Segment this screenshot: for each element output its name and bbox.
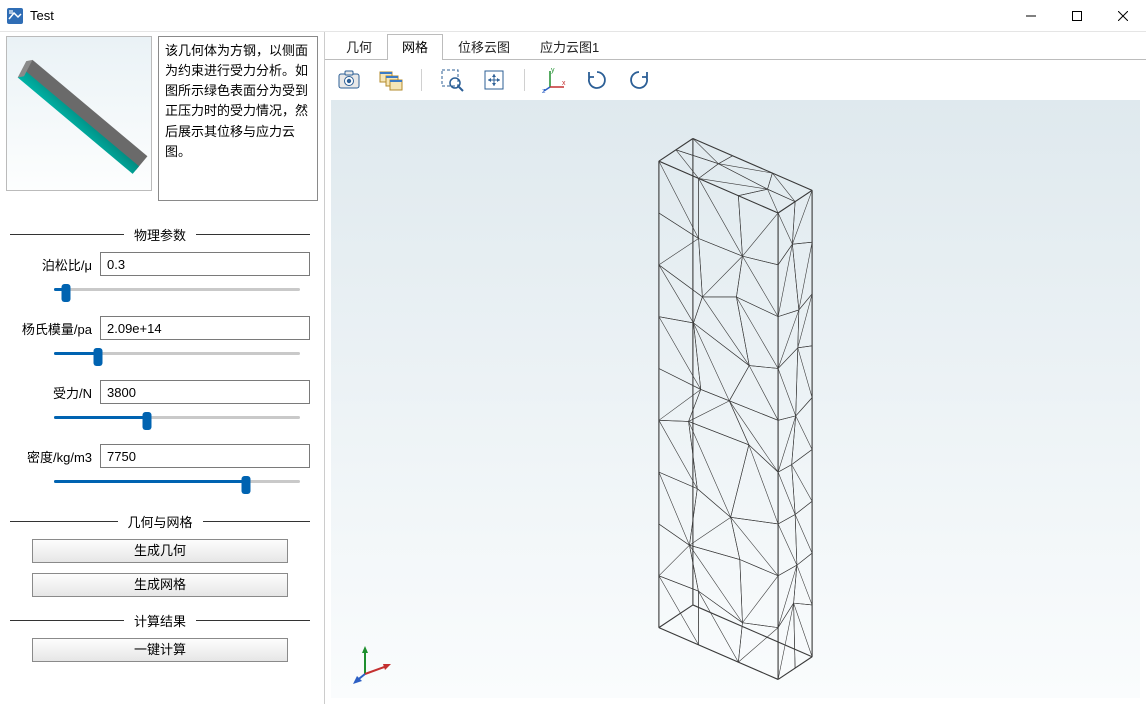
content-area: 几何 网格 位移云图 应力云图1 yx z bbox=[325, 32, 1146, 704]
tab-bar: 几何 网格 位移云图 应力云图1 bbox=[325, 36, 1146, 60]
tab-displacement[interactable]: 位移云图 bbox=[443, 34, 525, 60]
label-density: 密度/kg/m3 bbox=[10, 447, 96, 466]
viewport-toolbar: yx z bbox=[325, 60, 1146, 100]
input-young[interactable] bbox=[100, 316, 310, 340]
input-density[interactable] bbox=[100, 444, 310, 468]
window-maximize-button[interactable] bbox=[1054, 0, 1100, 32]
window-minimize-button[interactable] bbox=[1008, 0, 1054, 32]
rotate-ccw-icon[interactable] bbox=[625, 66, 653, 94]
tab-mesh[interactable]: 网格 bbox=[387, 34, 443, 60]
slider-young[interactable] bbox=[10, 346, 310, 362]
section-results: 计算结果 bbox=[10, 611, 310, 630]
rotate-cw-icon[interactable] bbox=[583, 66, 611, 94]
slider-force[interactable] bbox=[10, 410, 310, 426]
description-text: 该几何体为方钢，以侧面为约束进行受力分析。如图所示绿色表面分为受到正压力时的受力… bbox=[158, 36, 318, 201]
svg-text:x: x bbox=[562, 80, 566, 87]
zoom-select-icon[interactable] bbox=[438, 66, 466, 94]
tab-stress[interactable]: 应力云图1 bbox=[525, 34, 614, 60]
window-close-button[interactable] bbox=[1100, 0, 1146, 32]
svg-text:y: y bbox=[551, 67, 555, 74]
mesh-viewport[interactable] bbox=[331, 100, 1140, 698]
sidebar: 该几何体为方钢，以侧面为约束进行受力分析。如图所示绿色表面分为受到正压力时的受力… bbox=[0, 32, 325, 704]
tab-geometry[interactable]: 几何 bbox=[331, 34, 387, 60]
label-young: 杨氏模量/pa bbox=[10, 319, 96, 338]
titlebar: Test bbox=[0, 0, 1146, 32]
input-poisson[interactable] bbox=[100, 252, 310, 276]
generate-geometry-button[interactable]: 生成几何 bbox=[32, 539, 288, 563]
axes-xyz-icon[interactable]: yx z bbox=[541, 66, 569, 94]
window-title: Test bbox=[30, 8, 1008, 23]
label-poisson: 泊松比/μ bbox=[10, 255, 96, 274]
compute-button[interactable]: 一键计算 bbox=[32, 638, 288, 662]
app-icon bbox=[6, 7, 24, 25]
section-geom-mesh: 几何与网格 bbox=[10, 512, 310, 531]
camera-icon[interactable] bbox=[335, 66, 363, 94]
axis-triad-icon bbox=[353, 644, 393, 684]
multi-windows-icon[interactable] bbox=[377, 66, 405, 94]
input-force[interactable] bbox=[100, 380, 310, 404]
fit-icon[interactable] bbox=[480, 66, 508, 94]
slider-density[interactable] bbox=[10, 474, 310, 490]
generate-mesh-button[interactable]: 生成网格 bbox=[32, 573, 288, 597]
svg-text:z: z bbox=[542, 88, 546, 93]
geometry-thumbnail bbox=[6, 36, 152, 191]
section-physical: 物理参数 bbox=[10, 225, 310, 244]
label-force: 受力/N bbox=[10, 383, 96, 402]
slider-poisson[interactable] bbox=[10, 282, 310, 298]
